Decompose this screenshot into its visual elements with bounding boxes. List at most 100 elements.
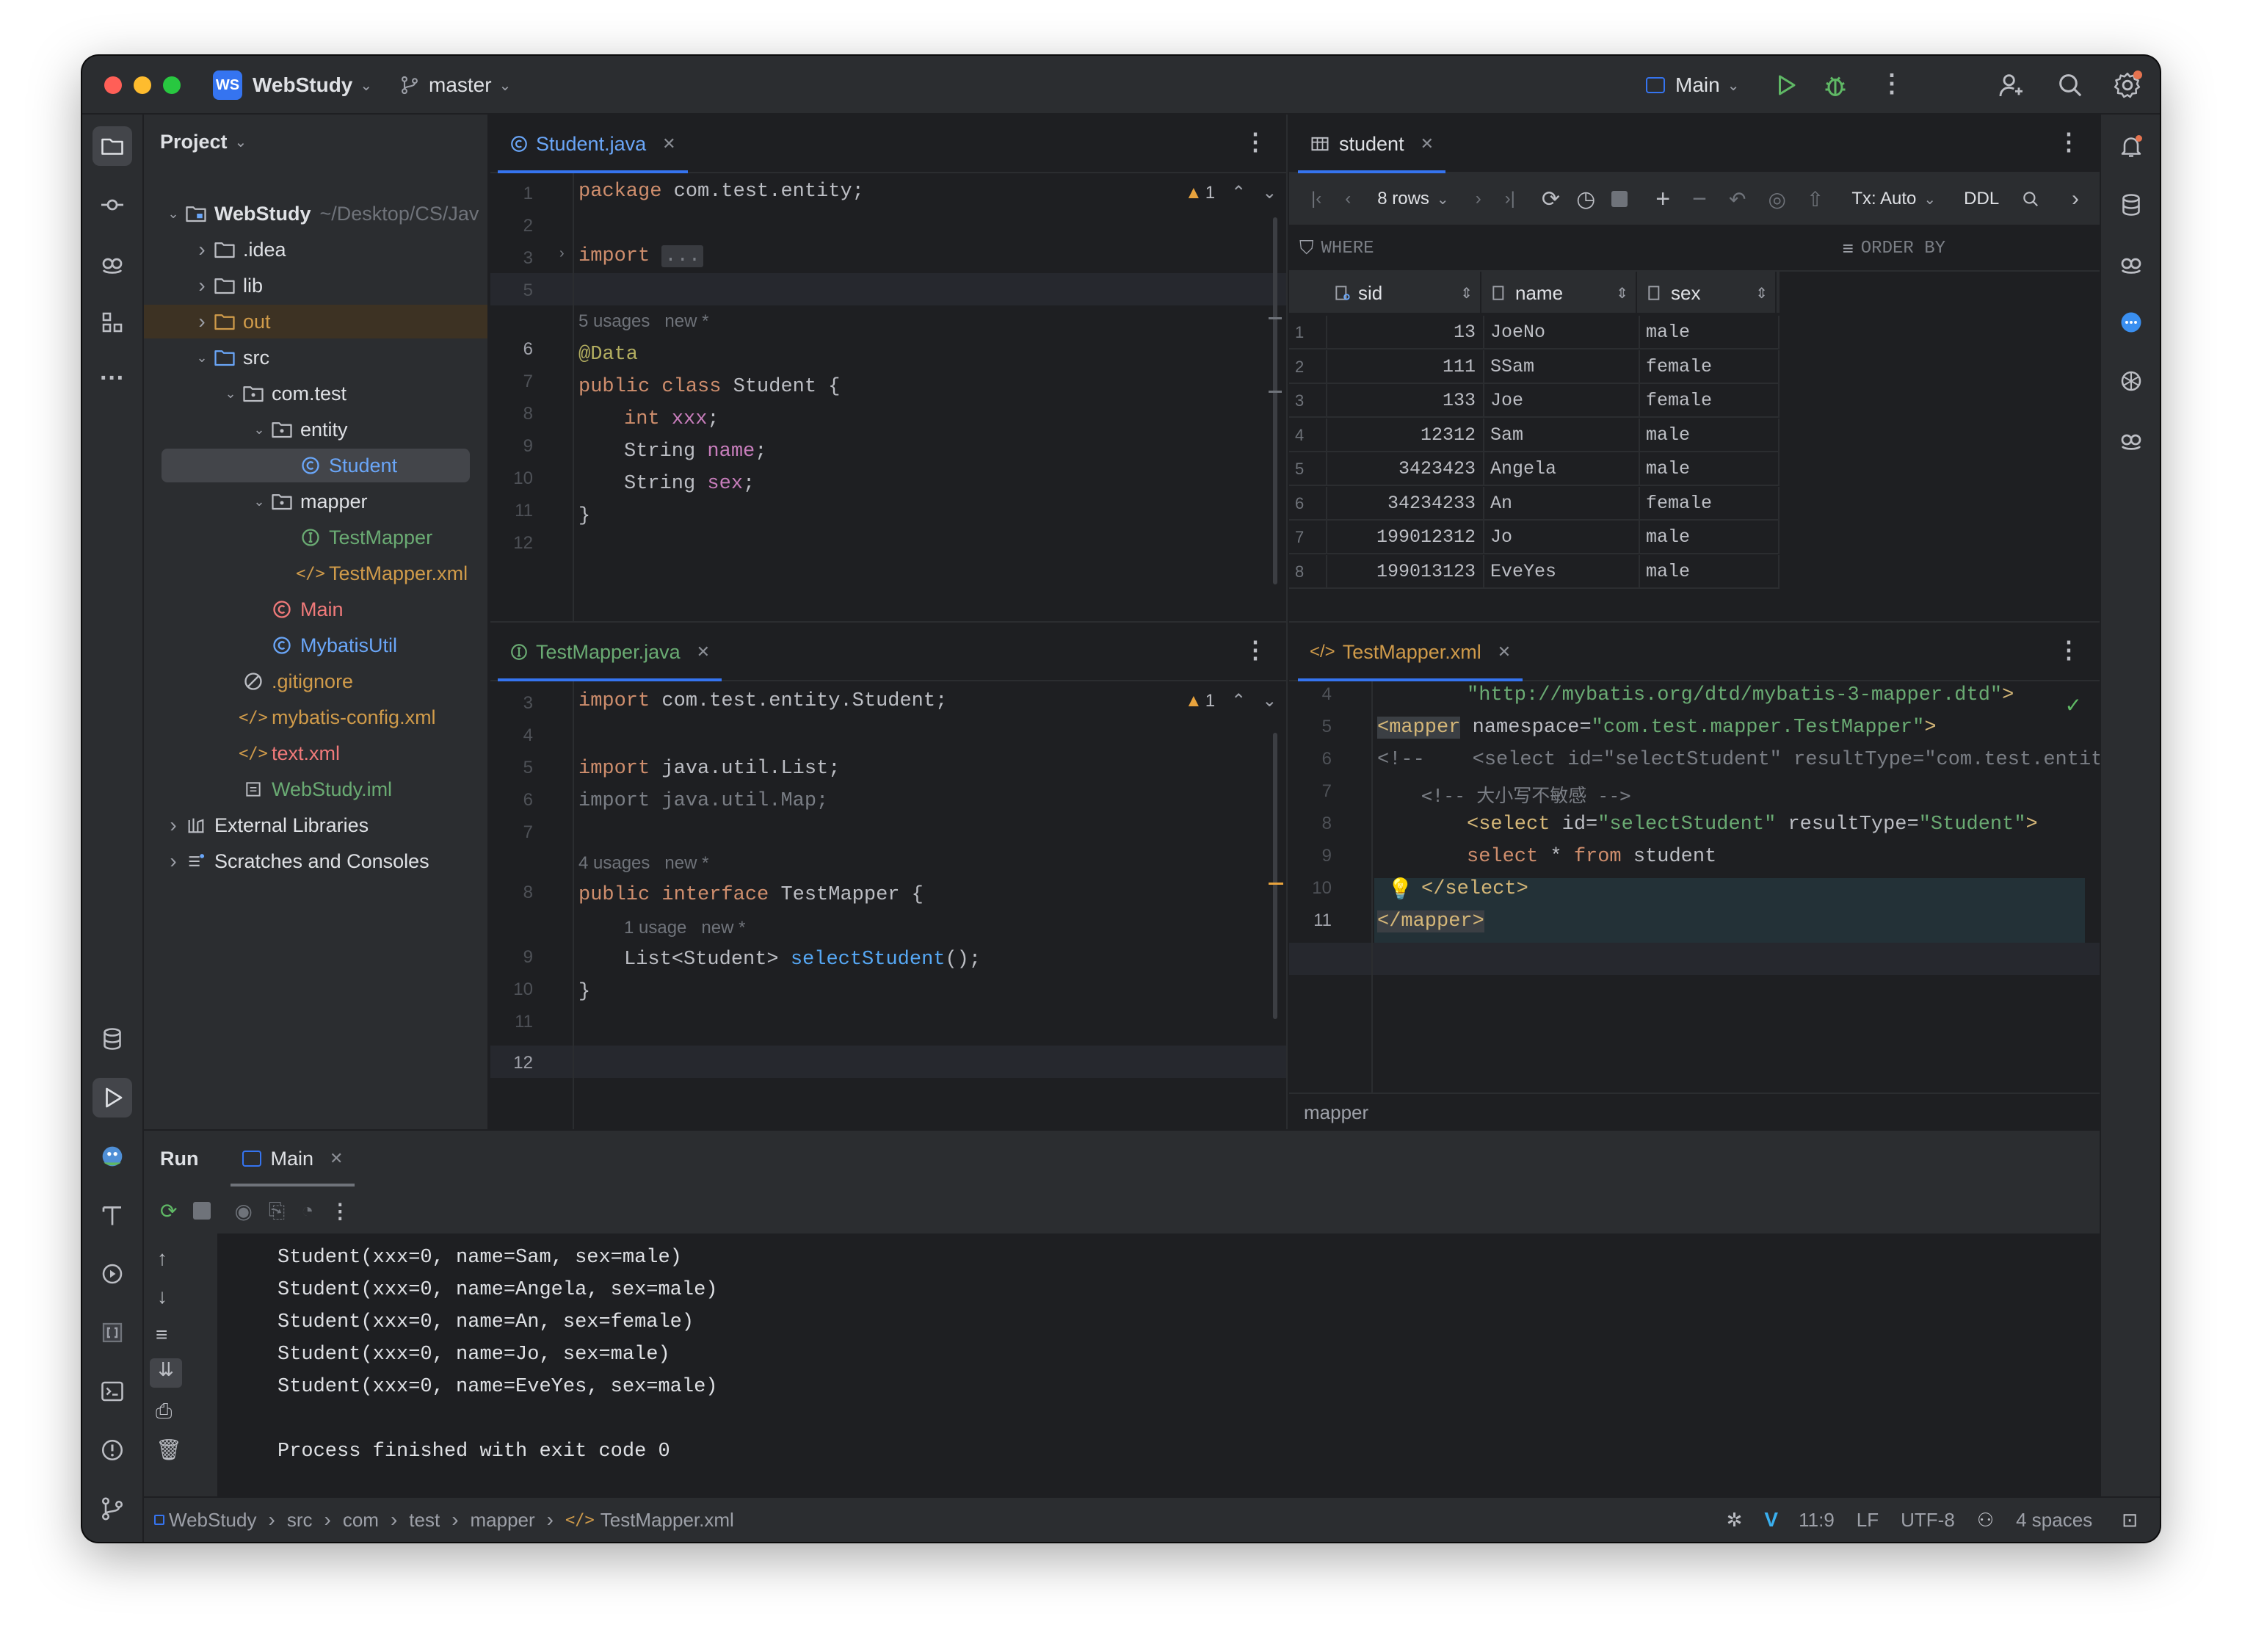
ddl-button[interactable]: DDL xyxy=(1964,189,1999,209)
sort-icon[interactable]: ⇕ xyxy=(1755,284,1768,302)
close-tab-icon[interactable]: ✕ xyxy=(330,1149,343,1168)
more-tools-icon[interactable]: ··· xyxy=(92,358,132,398)
services-tool-button[interactable] xyxy=(92,1254,132,1294)
close-tab-icon[interactable]: ✕ xyxy=(697,642,710,662)
tree-item-testmapper[interactable]: TestMapper xyxy=(144,521,487,554)
breadcrumb-item[interactable]: test xyxy=(409,1509,440,1532)
mybatis-tool-button[interactable] xyxy=(92,1137,132,1176)
tree-item-entity[interactable]: ⌄ entity xyxy=(144,413,487,446)
prev-highlight-icon[interactable]: ⌃ xyxy=(1231,690,1246,711)
editor-menu-icon[interactable]: ⋮ xyxy=(1244,636,1267,664)
tree-item-text-xml[interactable]: </> text.xml xyxy=(144,736,487,770)
column-header-name[interactable]: name ⇕ xyxy=(1490,272,1637,314)
ai-assistant-tool-button[interactable] xyxy=(92,244,132,283)
table-row[interactable]: 1 13 JoeNo male xyxy=(1289,316,1780,349)
branch-switcher[interactable]: master ⌄ xyxy=(399,70,511,101)
tree-item-mybatisutil[interactable]: MybatisUtil xyxy=(144,628,487,662)
tree-item-mybatis-config-xml[interactable]: </> mybatis-config.xml xyxy=(144,700,487,734)
vertical-scrollbar[interactable] xyxy=(1273,733,1277,1019)
prev-page-icon[interactable]: ‹ xyxy=(1345,189,1351,209)
cell-name[interactable]: An xyxy=(1490,487,1631,521)
cell-name[interactable]: EveYes xyxy=(1490,555,1631,589)
profiler-icon[interactable]: ◔ xyxy=(301,1199,313,1222)
breadcrumb-item[interactable]: src xyxy=(287,1509,313,1532)
column-header-sex[interactable]: sex ⇕ xyxy=(1646,272,1777,314)
endpoints-tool-button[interactable] xyxy=(92,1313,132,1352)
ai-status-icon[interactable]: ✲ xyxy=(1727,1509,1743,1532)
structure-tool-button[interactable] xyxy=(92,302,132,342)
line-separator[interactable]: LF xyxy=(1857,1509,1879,1532)
prev-highlight-icon[interactable]: ⌃ xyxy=(1231,182,1246,203)
vertical-scrollbar[interactable] xyxy=(1273,217,1277,584)
more-actions-icon[interactable]: ⋮ xyxy=(330,1199,350,1223)
tree-item-webstudy[interactable]: ⌄ WebStudy ~/Desktop/CS/Jav xyxy=(144,197,487,231)
cell-sex[interactable]: male xyxy=(1646,452,1771,486)
cell-sid[interactable]: 111 xyxy=(1333,350,1476,384)
breadcrumb-item[interactable]: WebStudy xyxy=(169,1509,256,1532)
close-tab-icon[interactable]: ✕ xyxy=(662,134,675,153)
camera-icon[interactable]: ◉ xyxy=(234,1199,252,1223)
tree-item-lib[interactable]: › lib xyxy=(144,269,487,302)
rerun-icon[interactable]: ⟳ xyxy=(160,1199,177,1223)
cell-name[interactable]: SSam xyxy=(1490,350,1631,384)
problems-tool-button[interactable] xyxy=(92,1430,132,1470)
cell-name[interactable]: Sam xyxy=(1490,419,1631,452)
tab-student-java[interactable]: Student.java ✕ xyxy=(498,115,688,173)
stop-icon[interactable] xyxy=(193,1202,211,1220)
cell-sex[interactable]: male xyxy=(1646,555,1771,589)
fold-expand-icon[interactable]: › xyxy=(559,245,565,262)
no-problems-check-icon[interactable]: ✓ xyxy=(2065,693,2082,717)
scroll-up-icon[interactable]: ↑ xyxy=(157,1247,167,1270)
usage-hint[interactable]: 5 usages new * xyxy=(578,311,708,332)
cell-sid[interactable]: 3423423 xyxy=(1333,452,1476,486)
close-window-button[interactable] xyxy=(104,76,122,94)
tree-item-src[interactable]: ⌄ src xyxy=(144,341,487,374)
more-actions-icon[interactable]: ⋮ xyxy=(1879,69,1904,98)
cell-name[interactable]: Jo xyxy=(1490,521,1631,554)
cell-sex[interactable]: female xyxy=(1646,350,1771,384)
notifications-tool-button[interactable] xyxy=(2111,126,2151,166)
table-row[interactable]: 4 12312 Sam male xyxy=(1289,418,1780,452)
last-page-icon[interactable]: ›| xyxy=(1505,189,1515,209)
search-icon[interactable] xyxy=(2021,189,2040,209)
add-user-button[interactable] xyxy=(1997,70,2026,100)
scroll-to-end-icon[interactable]: ⇊ xyxy=(150,1358,182,1388)
sort-icon[interactable]: ⇕ xyxy=(1616,284,1628,302)
transaction-mode-selector[interactable]: Tx: Auto xyxy=(1851,189,1916,209)
run-button[interactable] xyxy=(1772,72,1799,98)
tab-student-table[interactable]: student ✕ xyxy=(1298,115,1446,173)
commit-tool-button[interactable] xyxy=(92,185,132,225)
revert-icon[interactable]: ↶ xyxy=(1729,187,1746,211)
submit-icon[interactable]: ⇧ xyxy=(1807,187,1824,211)
caret-position[interactable]: 11:9 xyxy=(1799,1509,1835,1532)
debug-button[interactable] xyxy=(1822,72,1849,98)
tree-item-student[interactable]: Student xyxy=(144,449,487,482)
chevron-right-icon[interactable]: › xyxy=(163,814,184,837)
cell-sid[interactable]: 34234233 xyxy=(1333,487,1476,521)
breadcrumb-item[interactable]: mapper xyxy=(471,1509,535,1532)
column-header-sid[interactable]: sid ⇕ xyxy=(1333,272,1481,314)
tree-item-scratches-and-consoles[interactable]: › Scratches and Consoles xyxy=(144,844,487,878)
trash-icon[interactable]: 🗑 xyxy=(156,1438,182,1462)
git-tool-button[interactable] xyxy=(92,1489,132,1529)
terminal-tool-button[interactable] xyxy=(92,1372,132,1411)
openai-tool-button[interactable] xyxy=(2111,361,2151,401)
tree-item-com-test[interactable]: ⌄ com.test xyxy=(144,377,487,410)
folded-imports[interactable]: ... xyxy=(661,245,704,267)
database-tool-button[interactable] xyxy=(2111,185,2151,225)
tree-item-mapper[interactable]: ⌄ mapper xyxy=(144,485,487,518)
print-icon[interactable]: ⎙ xyxy=(156,1399,172,1424)
refresh-icon[interactable]: ⟳ xyxy=(1542,186,1560,212)
console-output[interactable]: Student(xxx=0, name=Sam, sex=male) Studen… xyxy=(217,1233,2100,1496)
clock-icon[interactable]: ◷ xyxy=(1576,186,1595,212)
tab-testmapper-java[interactable]: TestMapper.java ✕ xyxy=(498,623,722,681)
scroll-down-icon[interactable]: ↓ xyxy=(157,1285,167,1308)
editor-menu-icon[interactable]: ⋮ xyxy=(1244,128,1267,156)
cell-sex[interactable]: female xyxy=(1646,487,1771,521)
tree-item-main[interactable]: Main xyxy=(144,593,487,626)
table-row[interactable]: 8 199013123 EveYes male xyxy=(1289,554,1780,589)
table-row[interactable]: 2 111 SSam female xyxy=(1289,349,1780,384)
cell-sex[interactable]: female xyxy=(1646,384,1771,418)
copilot-status-icon[interactable]: ⚇ xyxy=(1977,1509,1994,1532)
lightbulb-icon[interactable]: 💡 xyxy=(1387,877,1413,901)
